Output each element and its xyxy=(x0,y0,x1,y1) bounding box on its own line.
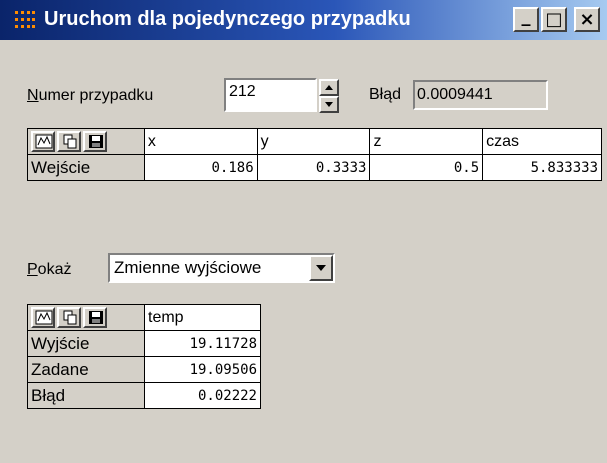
case-number-value: 212 xyxy=(229,83,256,100)
grid-toolbar xyxy=(27,304,145,331)
copy-button[interactable] xyxy=(57,307,81,328)
show-select-value: Zmienne wyjściowe xyxy=(114,258,262,277)
stepper-down-button[interactable] xyxy=(319,96,339,113)
cell-czas[interactable]: 5.833333 xyxy=(482,154,602,181)
chevron-down-icon xyxy=(316,265,326,271)
error-value-field: 0.0009441 xyxy=(413,80,548,110)
stepper-up-button[interactable] xyxy=(319,79,339,96)
output-grid[interactable]: temp Wyjście 19.11728 Zadane 19.09506 Bł… xyxy=(27,304,261,409)
save-disk-icon xyxy=(89,311,103,324)
show-label: Pokaż xyxy=(27,261,72,278)
table-row: Zadane 19.09506 xyxy=(27,356,261,383)
cell-temp-target[interactable]: 19.09506 xyxy=(144,356,261,383)
chart-button[interactable] xyxy=(31,307,55,328)
row-header-target: Zadane xyxy=(27,356,145,383)
column-header-y: y xyxy=(256,128,371,155)
error-value: 0.0009441 xyxy=(417,86,493,103)
cell-temp-output[interactable]: 19.11728 xyxy=(144,330,261,357)
column-header-x: x xyxy=(143,128,258,155)
copy-button[interactable] xyxy=(57,131,81,152)
input-grid[interactable]: x y z czas Wejście 0.186 0.3333 0.5 5.83… xyxy=(27,128,602,181)
column-header-czas: czas xyxy=(482,128,602,155)
copy-icon xyxy=(63,134,77,149)
maximize-icon: □ xyxy=(545,8,563,30)
maximize-button[interactable]: □ xyxy=(541,7,567,32)
save-button[interactable] xyxy=(83,131,107,152)
arrow-down-icon xyxy=(325,102,333,107)
table-row: Wyjście 19.11728 xyxy=(27,330,261,357)
chart-icon xyxy=(35,134,53,149)
column-header-z: z xyxy=(369,128,484,155)
case-number-label: Numer przypadku xyxy=(27,87,154,104)
minimize-icon: _ xyxy=(521,5,531,27)
row-header-output: Wyjście xyxy=(27,330,145,357)
window-title: Uruchom dla pojedynczego przypadku xyxy=(44,8,411,30)
cell-z[interactable]: 0.5 xyxy=(369,154,484,181)
save-button[interactable] xyxy=(83,307,107,328)
case-number-input[interactable]: 212 xyxy=(224,78,317,112)
title-bar[interactable]: Uruchom dla pojedynczego przypadku _ □ × xyxy=(0,0,607,40)
dropdown-button[interactable] xyxy=(309,255,333,281)
close-icon: × xyxy=(579,8,595,30)
cell-temp-error[interactable]: 0.02222 xyxy=(144,382,261,409)
grid-dots-icon xyxy=(15,11,35,28)
grid-toolbar xyxy=(27,128,145,155)
chart-button[interactable] xyxy=(31,131,55,152)
column-header-temp: temp xyxy=(144,304,261,331)
close-button[interactable]: × xyxy=(574,7,600,32)
show-select[interactable]: Zmienne wyjściowe xyxy=(108,253,335,283)
case-number-stepper[interactable] xyxy=(319,79,339,113)
arrow-up-icon xyxy=(325,85,333,90)
minimize-button[interactable]: _ xyxy=(513,7,539,32)
table-row: Wejście 0.186 0.3333 0.5 5.833333 xyxy=(27,154,602,181)
row-header-error: Błąd xyxy=(27,382,145,409)
chart-icon xyxy=(35,310,53,325)
cell-y[interactable]: 0.3333 xyxy=(256,154,371,181)
save-disk-icon xyxy=(89,135,103,148)
row-header-input: Wejście xyxy=(27,154,145,181)
cell-x[interactable]: 0.186 xyxy=(143,154,258,181)
error-label: Błąd xyxy=(369,86,402,103)
table-row: Błąd 0.02222 xyxy=(27,382,261,409)
copy-icon xyxy=(63,310,77,325)
